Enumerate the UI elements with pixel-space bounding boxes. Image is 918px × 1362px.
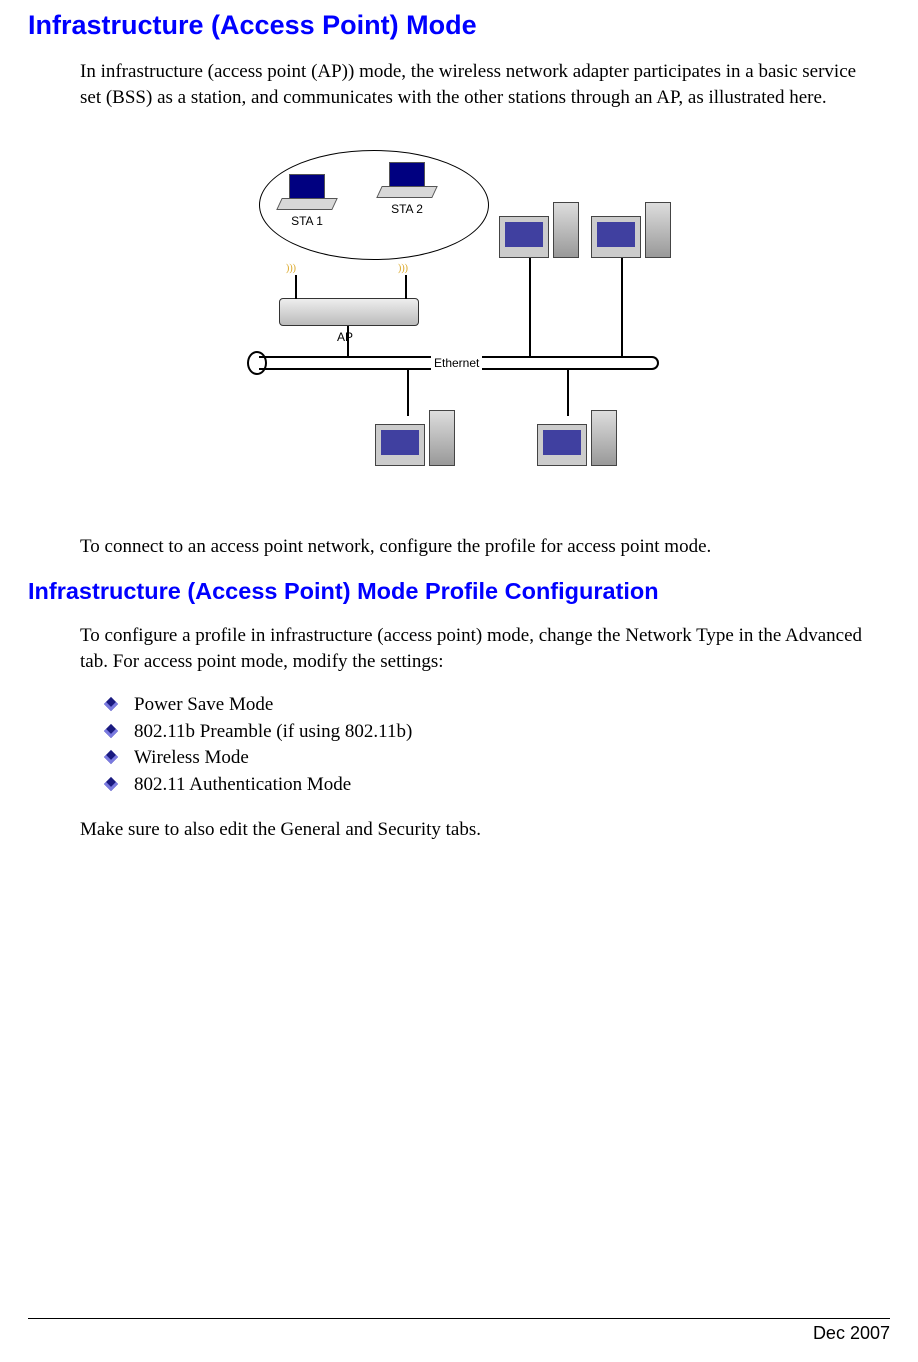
heading-infrastructure-mode: Infrastructure (Access Point) Mode — [28, 10, 890, 41]
station-1: STA 1 — [279, 174, 335, 228]
closing-paragraph: Make sure to also edit the General and S… — [80, 817, 880, 843]
sta1-label: STA 1 — [291, 214, 323, 228]
pc-icon — [591, 202, 671, 258]
footer-date: Dec 2007 — [813, 1323, 890, 1344]
laptop-icon — [379, 162, 435, 200]
connect-paragraph: To connect to an access point network, c… — [80, 534, 880, 560]
network-diagram: STA 1 STA 2 )))))) AP Ethernet — [28, 138, 890, 498]
cable — [621, 258, 623, 358]
access-point: )))))) — [279, 298, 419, 326]
pc-icon — [537, 410, 617, 466]
intro-paragraph: In infrastructure (access point (AP)) mo… — [80, 59, 880, 110]
laptop-icon — [279, 174, 335, 212]
cable — [567, 368, 569, 416]
list-item: 802.11b Preamble (if using 802.11b) — [106, 719, 880, 746]
config-paragraph: To configure a profile in infrastructure… — [80, 623, 880, 674]
page-footer: Dec 2007 — [28, 1318, 890, 1344]
cable — [347, 326, 349, 356]
cable — [529, 258, 531, 358]
list-item: 802.11 Authentication Mode — [106, 772, 880, 799]
list-item: Wireless Mode — [106, 745, 880, 772]
pc-icon — [375, 410, 455, 466]
station-2: STA 2 — [379, 162, 435, 216]
pc-icon — [499, 202, 579, 258]
ethernet-label: Ethernet — [431, 356, 482, 370]
ap-label: AP — [337, 330, 353, 344]
settings-list: Power Save Mode 802.11b Preamble (if usi… — [106, 692, 880, 798]
cable — [407, 368, 409, 416]
list-item: Power Save Mode — [106, 692, 880, 719]
sta2-label: STA 2 — [391, 202, 423, 216]
heading-profile-config: Infrastructure (Access Point) Mode Profi… — [28, 578, 890, 605]
